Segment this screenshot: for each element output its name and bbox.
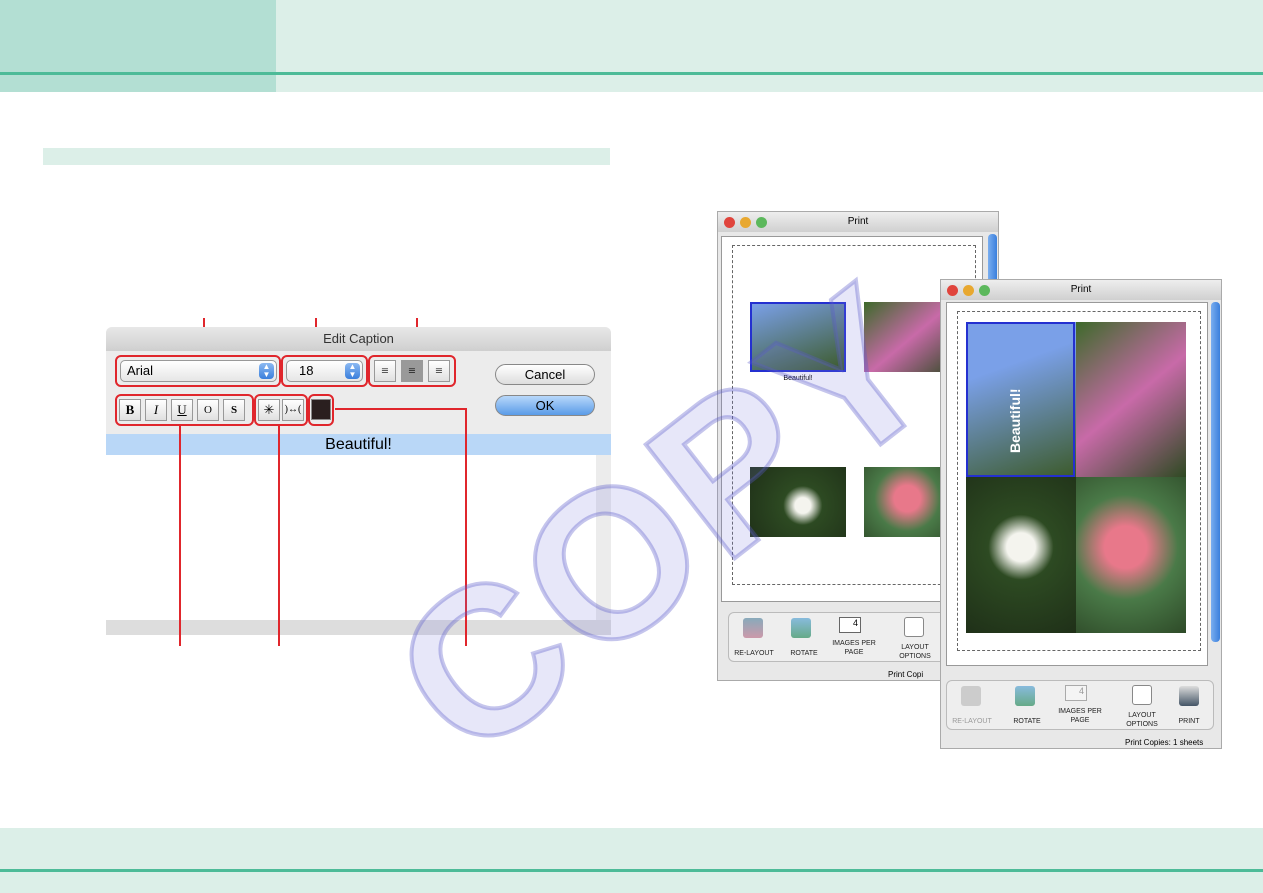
condense-button[interactable]: ✳	[258, 399, 280, 421]
images-per-page-label: IMAGES PER PAGE	[1058, 708, 1102, 724]
photo[interactable]	[1076, 322, 1186, 477]
size-value: 18	[299, 363, 314, 378]
rotate-icon[interactable]	[1015, 686, 1035, 706]
caption-text-field[interactable]: Beautiful!	[106, 434, 611, 455]
italic-button[interactable]: I	[145, 399, 167, 421]
print-window-front: Print Beautiful! RE-LAYOUT ROTATE 4 IMAG…	[940, 279, 1222, 749]
section-bar	[43, 148, 610, 165]
status-text: Print Copies: 1 sheets	[1125, 738, 1204, 747]
layout-options-button[interactable]: LAYOUT OPTIONS	[1123, 711, 1161, 729]
outline-button[interactable]: O	[197, 399, 219, 421]
text-color-swatch[interactable]	[311, 399, 331, 420]
zoom-icon[interactable]	[979, 285, 990, 296]
toolbar: RE-LAYOUT ROTATE 4 IMAGES PER PAGE LAYOU…	[946, 680, 1214, 730]
header-divider	[0, 72, 1263, 75]
font-value: Arial	[127, 363, 154, 378]
dialog-title: Edit Caption	[106, 327, 611, 351]
photo[interactable]	[966, 477, 1076, 633]
close-icon[interactable]	[724, 217, 735, 228]
layout-options-icon[interactable]	[1132, 685, 1152, 705]
status-text: Print Copi	[888, 670, 924, 679]
chevron-updown-icon: ▲ ▼	[259, 363, 274, 379]
minimize-icon[interactable]	[963, 285, 974, 296]
preview-page: Beautiful!	[946, 302, 1208, 666]
relayout-icon	[961, 686, 981, 706]
images-per-page-label: IMAGES PER PAGE	[832, 640, 876, 656]
relayout-button[interactable]: RE-LAYOUT	[729, 649, 779, 658]
size-select[interactable]: 18 ▲ ▼	[286, 360, 363, 382]
underline-button[interactable]: U	[171, 399, 193, 421]
print-button[interactable]: PRINT	[1169, 717, 1209, 726]
align-left-button[interactable]: ≡	[374, 360, 396, 382]
header-band	[276, 0, 1263, 92]
cancel-button[interactable]: Cancel	[495, 364, 595, 385]
align-right-button[interactable]: ≡	[428, 360, 450, 382]
close-icon[interactable]	[947, 285, 958, 296]
images-per-page-input[interactable]: 4	[839, 617, 861, 633]
callout-spacing	[278, 424, 280, 646]
shadow-button[interactable]: S	[223, 399, 245, 421]
rotate-icon[interactable]	[791, 618, 811, 638]
ok-button[interactable]: OK	[495, 395, 595, 416]
images-per-page-input[interactable]: 4	[1065, 685, 1087, 701]
footer-band	[0, 828, 1263, 893]
footer-divider	[0, 869, 1263, 872]
minimize-icon[interactable]	[740, 217, 751, 228]
layout-options-button[interactable]: LAYOUT OPTIONS	[897, 643, 933, 661]
header-tab	[0, 0, 276, 92]
expand-button[interactable]: )↔(	[282, 399, 304, 421]
relayout-icon[interactable]	[743, 618, 763, 638]
rotate-button[interactable]: ROTATE	[1002, 717, 1052, 726]
bold-button[interactable]: B	[119, 399, 141, 421]
font-select[interactable]: Arial ▲ ▼	[120, 360, 277, 382]
relayout-button: RE-LAYOUT	[952, 718, 992, 725]
zoom-icon[interactable]	[756, 217, 767, 228]
align-center-button[interactable]: ≡	[401, 360, 423, 382]
printer-icon[interactable]	[1179, 686, 1199, 706]
callout-style	[179, 424, 181, 646]
photo-caption: Beautiful!	[1007, 388, 1023, 453]
layout-options-icon[interactable]	[904, 617, 924, 637]
photo[interactable]	[1076, 477, 1186, 633]
chevron-updown-icon: ▲ ▼	[345, 363, 360, 379]
rotate-button[interactable]: ROTATE	[779, 649, 829, 658]
callout-color-h	[335, 408, 465, 410]
scrollbar[interactable]	[1211, 302, 1220, 642]
